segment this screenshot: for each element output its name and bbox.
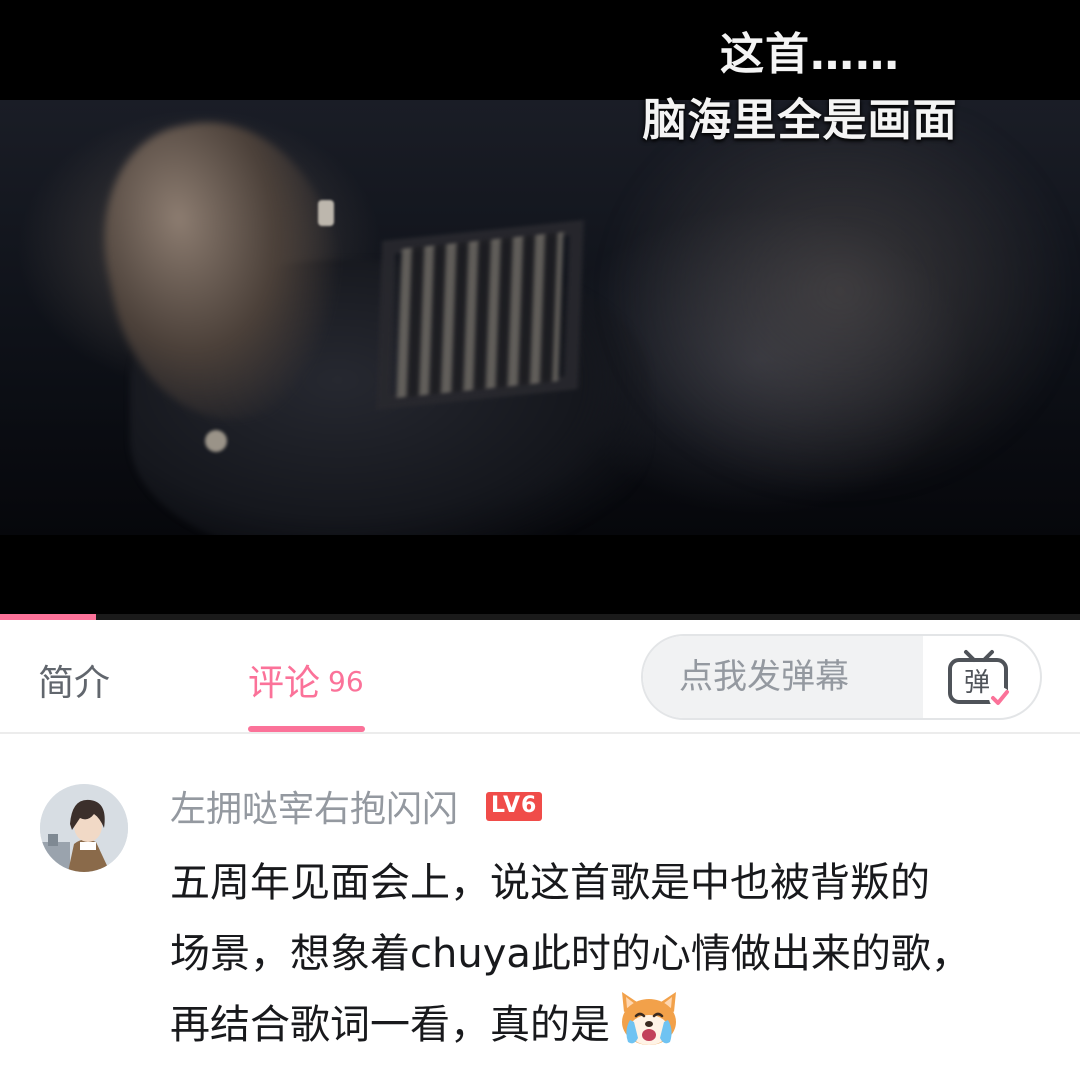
tab-comments-count: 96 [328, 665, 364, 698]
tab-bar: 简介 评论 96 点我发弹幕 弹 [0, 620, 1080, 734]
video-content-blur [600, 120, 1080, 500]
video-content-screw [318, 200, 334, 226]
danmaku-toggle-glyph: 弹 [964, 668, 990, 698]
danmaku-input[interactable]: 点我发弹幕 [643, 636, 923, 718]
comment-username[interactable]: 左拥哒宰右抱闪闪 [170, 780, 458, 832]
video-subtitle-line-1: 这首…… [720, 29, 900, 80]
tab-intro[interactable]: 简介 [38, 654, 110, 706]
comment-item: 左拥哒宰右抱闪闪 LV6 五周年见面会上，说这首歌是中也被背叛的 场景，想象着c… [0, 736, 1080, 1070]
video-content-pickup [396, 232, 564, 398]
danmaku-toggle-button[interactable]: 弹 [920, 636, 1040, 718]
user-level-badge: LV6 [486, 791, 543, 821]
video-player[interactable]: 这首…… 脑海里全是画面 [0, 0, 1080, 620]
comment-line-text: 再结合歌词一看，真的是 [170, 1002, 610, 1048]
video-frame[interactable] [0, 100, 1080, 535]
tab-comments-label: 评论 [248, 663, 321, 704]
video-subtitle-line-2: 脑海里全是画面 [642, 95, 958, 146]
active-tab-indicator [248, 726, 365, 732]
tab-comments[interactable]: 评论 96 [248, 654, 364, 706]
comment-header: 左拥哒宰右抱闪闪 LV6 [170, 780, 543, 832]
comment-content[interactable]: 五周年见面会上，说这首歌是中也被背叛的 场景，想象着chuya此时的心情做出来的… [170, 848, 1050, 1071]
avatar[interactable] [40, 784, 128, 872]
comment-line: 五周年见面会上，说这首歌是中也被背叛的 [170, 860, 930, 906]
danmaku-bar: 点我发弹幕 弹 [641, 634, 1042, 720]
avatar-image [40, 784, 128, 872]
comment-line: 场景，想象着chuya此时的心情做出来的歌， [170, 931, 971, 977]
tab-intro-label: 简介 [38, 663, 111, 704]
danmaku-toggle-icon: 弹 [948, 650, 1011, 709]
video-content-knob [205, 430, 227, 452]
comment-line-last: 再结合歌词一看，真的是 [170, 990, 1050, 1071]
crying-dog-emoji-icon [616, 990, 682, 1071]
